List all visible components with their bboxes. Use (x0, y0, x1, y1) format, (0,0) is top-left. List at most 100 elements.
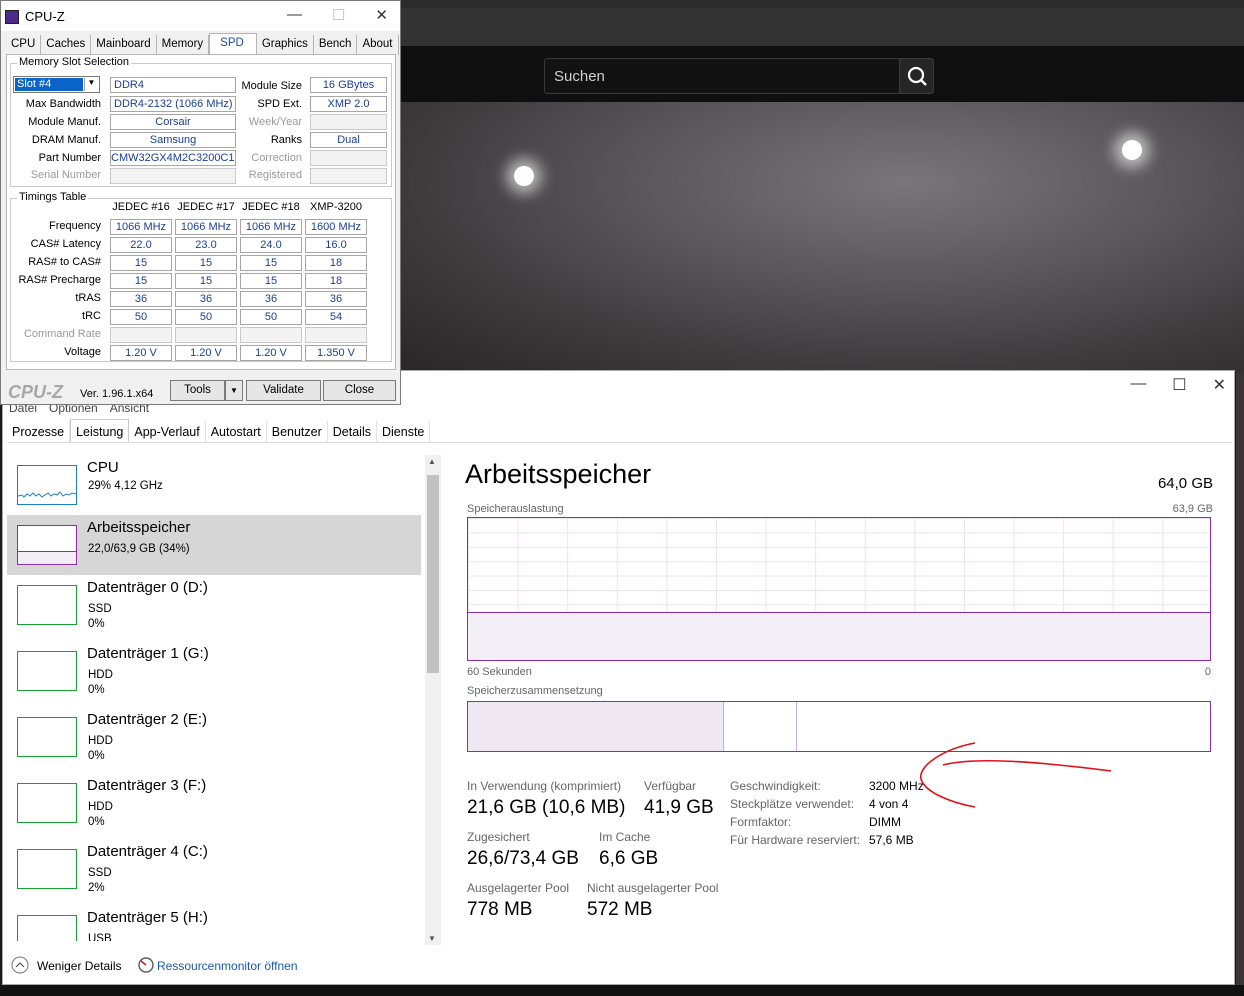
resource-list: CPU 29% 4,12 GHz Arbeitsspeicher 22,0/63… (3, 451, 423, 941)
sidebar-scrollbar[interactable]: ▲ ▼ (425, 455, 441, 945)
tab-dienste[interactable]: Dienste (377, 421, 431, 443)
scroll-down-icon[interactable]: ▼ (428, 934, 436, 943)
timing-cell (305, 327, 367, 343)
browser-tab-strip (400, 8, 1244, 46)
spd-ext-field: XMP 2.0 (310, 96, 387, 112)
tools-button[interactable]: Tools (170, 380, 225, 401)
minimize-icon[interactable]: — (287, 6, 302, 24)
paged-pool-value: 778 MB (467, 899, 533, 920)
search-icon (907, 66, 927, 86)
tab-leistung[interactable]: Leistung (70, 419, 130, 442)
cached-value: 6,6 GB (599, 848, 659, 869)
search-button[interactable] (899, 58, 934, 94)
group-label: Timings Table (17, 191, 89, 203)
search-input[interactable]: Suchen (544, 58, 900, 94)
side-sub: 0% (88, 816, 105, 828)
composition-in-use (468, 702, 724, 751)
composition-modified (724, 702, 797, 751)
maximize-icon[interactable]: ☐ (1172, 375, 1186, 395)
ceiling-lamp (514, 166, 534, 186)
fewer-details-link[interactable]: Weniger Details (37, 959, 121, 973)
timing-cell: 24.0 (240, 237, 302, 253)
side-item-disk-4[interactable]: Datenträger 4 (C:) SSD 2% (7, 839, 421, 899)
mem-type-field: DDR4 (110, 77, 236, 93)
chevron-down-icon[interactable]: ▼ (84, 78, 98, 91)
resource-monitor-link[interactable]: Ressourcenmonitor öffnen (157, 959, 298, 973)
cpuz-window-controls: — ☐ ✕ (287, 6, 388, 24)
minimize-icon[interactable]: — (1130, 375, 1146, 395)
memory-usage-fill (468, 612, 1210, 660)
tab-details[interactable]: Details (328, 421, 377, 443)
timing-cell: 36 (110, 291, 172, 307)
cpuz-version: Ver. 1.96.1.x64 (80, 388, 154, 400)
disk-mini-graph (17, 783, 77, 823)
label: Max Bandwidth (25, 98, 101, 110)
side-item-disk-5[interactable]: Datenträger 5 (H:) USB (7, 905, 421, 941)
validate-button[interactable]: Validate (246, 380, 321, 401)
side-item-cpu[interactable]: CPU 29% 4,12 GHz (7, 455, 421, 515)
slot-select[interactable]: Slot #4 ▼ (13, 76, 100, 93)
side-title: Datenträger 0 (D:) (87, 579, 208, 596)
close-button[interactable]: Close (323, 380, 396, 401)
in-use-value: 21,6 GB (10,6 MB) (467, 797, 626, 818)
tab-bench[interactable]: Bench (314, 35, 358, 55)
nonpaged-pool-label: Nicht ausgelagerter Pool (587, 881, 719, 895)
close-icon[interactable]: ✕ (375, 6, 388, 24)
slots-label: Steckplätze verwendet: (730, 797, 855, 811)
timing-col-header: XMP-3200 (310, 201, 362, 213)
chevron-down-icon[interactable]: ▼ (225, 380, 243, 401)
slots-value: 4 von 4 (869, 797, 909, 811)
timing-cell: 1066 MHz (110, 219, 172, 235)
timing-row-label: RAS# to CAS# (28, 256, 101, 268)
tab-caches[interactable]: Caches (41, 35, 92, 55)
timing-col-header: JEDEC #16 (112, 201, 170, 213)
timing-cell: 1.20 V (175, 345, 237, 361)
timing-col-header: JEDEC #17 (177, 201, 235, 213)
side-item-disk-3[interactable]: Datenträger 3 (F:) HDD 0% (7, 773, 421, 833)
part-number-field: CMW32GX4M2C3200C16 (110, 150, 236, 166)
tab-prozesse[interactable]: Prozesse (7, 421, 71, 443)
tab-graphics[interactable]: Graphics (257, 35, 314, 55)
maximize-icon[interactable]: ☐ (332, 6, 345, 24)
tab-app-verlauf[interactable]: App-Verlauf (129, 421, 206, 443)
side-item-disk-2[interactable]: Datenträger 2 (E:) HDD 0% (7, 707, 421, 767)
timing-cell: 15 (240, 273, 302, 289)
side-sub: 0% (88, 684, 105, 696)
tab-about[interactable]: About (357, 35, 399, 55)
side-item-disk-0[interactable]: Datenträger 0 (D:) SSD 0% (7, 575, 421, 635)
tab-spd[interactable]: SPD (209, 33, 257, 55)
side-sub: HDD (88, 735, 113, 747)
timing-row-label: Frequency (49, 220, 101, 232)
side-title: Arbeitsspeicher (87, 519, 191, 536)
side-item-disk-1[interactable]: Datenträger 1 (G:) HDD 0% (7, 641, 421, 701)
tab-cpu[interactable]: CPU (6, 35, 42, 55)
close-icon[interactable]: ✕ (1213, 375, 1226, 395)
tab-autostart[interactable]: Autostart (206, 421, 267, 443)
side-title: Datenträger 3 (F:) (87, 777, 207, 794)
video-player[interactable] (400, 102, 1244, 372)
side-title: CPU (87, 459, 119, 476)
timing-row-label: RAS# Precharge (18, 274, 101, 286)
scroll-up-icon[interactable]: ▲ (428, 457, 436, 466)
tab-benutzer[interactable]: Benutzer (267, 421, 328, 443)
collapse-chevron-icon[interactable] (11, 956, 29, 974)
group-label: Memory Slot Selection (17, 56, 132, 68)
timing-row-label: Command Rate (23, 328, 101, 340)
tab-memory[interactable]: Memory (157, 35, 210, 55)
cpuz-footer: CPU-Z Ver. 1.96.1.x64 Tools ▼ Validate C… (1, 377, 400, 405)
timing-row-label: CAS# Latency (30, 238, 101, 250)
side-sub: USB (88, 933, 112, 941)
week-year-field (310, 114, 387, 130)
label: SPD Ext. (257, 98, 302, 110)
timing-cell: 16.0 (305, 237, 367, 253)
timing-cell: 15 (110, 273, 172, 289)
scroll-thumb[interactable] (427, 475, 439, 673)
serial-number-field (110, 168, 236, 184)
speed-label: Geschwindigkeit: (730, 779, 821, 793)
tab-mainboard[interactable]: Mainboard (91, 35, 157, 55)
side-item-memory[interactable]: Arbeitsspeicher 22,0/63,9 GB (34%) (7, 515, 421, 575)
max-bandwidth-field: DDR4-2132 (1066 MHz) (110, 96, 236, 112)
timing-cell: 15 (110, 255, 172, 271)
timing-cell: 36 (240, 291, 302, 307)
page-edge (1236, 372, 1244, 996)
